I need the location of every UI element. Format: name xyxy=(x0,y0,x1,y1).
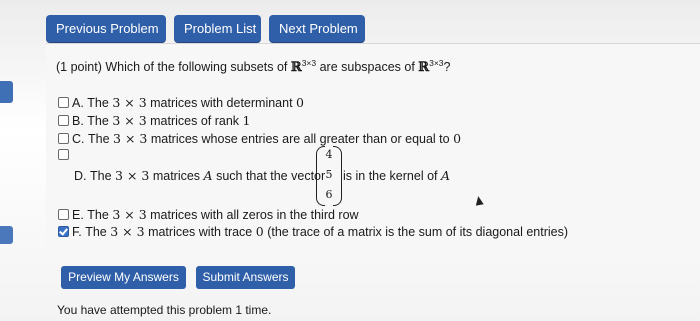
option-f[interactable]: F. The 3 × 3 matrices with trace 0 (the … xyxy=(58,224,568,239)
option-c[interactable]: C. The 3 × 3 matrices whose entries are … xyxy=(58,131,461,146)
previous-problem-button[interactable]: Previous Problem xyxy=(46,15,166,43)
problem-navigation: Previous Problem Problem List Next Probl… xyxy=(46,15,365,43)
problem-list-button[interactable]: Problem List xyxy=(174,15,261,43)
mouse-cursor-icon xyxy=(474,195,484,206)
option-a-checkbox[interactable] xyxy=(58,97,69,108)
option-c-checkbox[interactable] xyxy=(58,133,69,144)
option-a[interactable]: A. The 3 × 3 matrices with determinant 0 xyxy=(58,95,304,110)
option-b[interactable]: B. The 3 × 3 matrices of rank 1 xyxy=(58,113,251,128)
option-e[interactable]: E. The 3 × 3 matrices with all zeros in … xyxy=(58,207,359,222)
kernel-vector: 4 5 6 xyxy=(316,146,342,206)
left-paren xyxy=(316,146,325,206)
vector-entry: 5 xyxy=(325,168,333,181)
side-nav-marker[interactable] xyxy=(0,226,13,244)
option-d-checkbox[interactable] xyxy=(58,149,69,160)
submit-answers-button[interactable]: Submit Answers xyxy=(196,266,295,289)
preview-answers-button[interactable]: Preview My Answers xyxy=(61,266,186,289)
side-nav-marker[interactable] xyxy=(0,81,13,103)
option-d-tail: is in the kernel of A xyxy=(343,168,451,183)
option-f-checkbox[interactable] xyxy=(58,226,69,237)
question-text: (1 point) Which of the following subsets… xyxy=(56,58,451,76)
option-b-checkbox[interactable] xyxy=(58,115,69,126)
attempt-status: You have attempted this problem 1 time. xyxy=(57,303,272,317)
option-e-checkbox[interactable] xyxy=(58,209,69,220)
vector-entry: 4 xyxy=(325,148,333,161)
vector-entry: 6 xyxy=(325,188,333,201)
next-problem-button[interactable]: Next Problem xyxy=(269,15,365,43)
option-d[interactable]: D. The 3 × 3 matrices A such that the ve… xyxy=(74,168,325,183)
right-paren xyxy=(333,146,342,206)
points-label: (1 point) xyxy=(56,60,102,75)
option-d-checkbox-row[interactable] xyxy=(58,149,72,160)
problem-page: Previous Problem Problem List Next Probl… xyxy=(0,0,700,321)
